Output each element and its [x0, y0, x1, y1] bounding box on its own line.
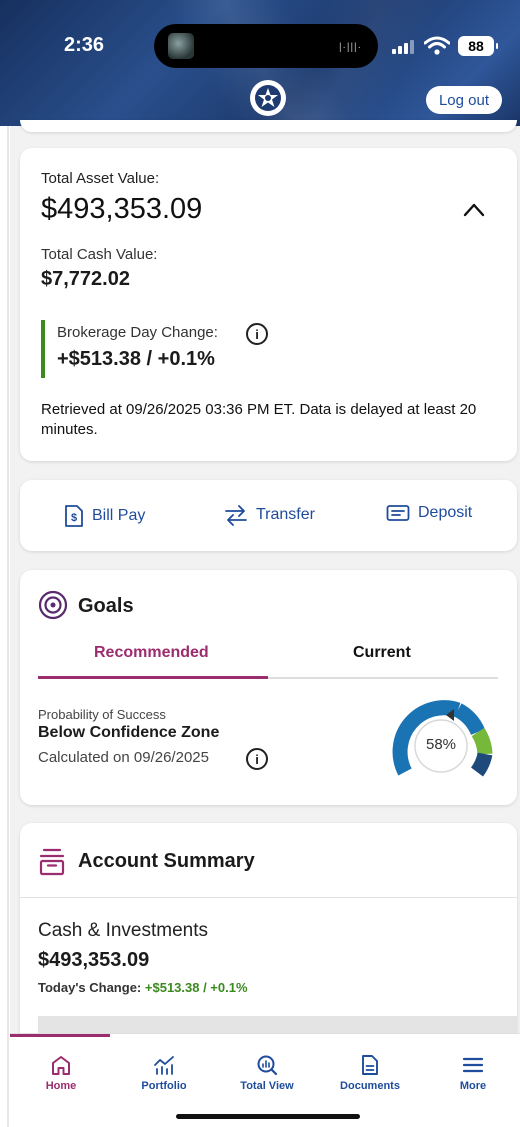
total-view-icon: [257, 1055, 278, 1076]
active-tab-indicator: [38, 676, 268, 679]
nav-home-label: Home: [45, 1080, 77, 1092]
battery-icon: 88: [458, 36, 498, 56]
goals-title: Goals: [78, 595, 134, 617]
calculated-date: Calculated on 09/26/2025: [38, 749, 209, 766]
active-nav-indicator: [10, 1034, 110, 1037]
tab-current[interactable]: Current: [353, 644, 411, 662]
retrieved-note: Retrieved at 09/26/2025 03:36 PM ET. Dat…: [41, 401, 477, 438]
target-icon: [38, 590, 68, 620]
total-asset-value: $493,353.09: [41, 193, 203, 225]
tab-recommended[interactable]: Recommended: [94, 644, 209, 662]
previous-card-edge: [20, 120, 517, 132]
status-time: 2:36: [64, 34, 105, 56]
nav-home[interactable]: Home: [16, 1054, 106, 1092]
portfolio-icon: [154, 1056, 174, 1075]
account-summary-icon: [39, 848, 65, 876]
transfer-icon: [225, 505, 247, 526]
divider: [20, 897, 517, 898]
home-indicator: [176, 1114, 360, 1119]
account-summary-card: Account Summary Cash & Investments $493,…: [20, 823, 517, 1053]
star-logo-icon: [250, 80, 286, 116]
day-change-value: +$513.38 / +0.1%: [57, 348, 215, 370]
nav-documents[interactable]: Documents: [325, 1054, 415, 1092]
nav-documents-label: Documents: [340, 1080, 400, 1092]
documents-icon: [362, 1055, 378, 1075]
quick-actions-card: $ Bill Pay Transfer Deposit: [20, 480, 517, 551]
nav-total-view[interactable]: Total View: [222, 1054, 312, 1092]
probability-label: Probability of Success: [38, 707, 166, 722]
gauge-value: 58%: [425, 736, 457, 753]
chevron-up-icon[interactable]: [462, 200, 486, 218]
transfer-label: Transfer: [256, 506, 315, 523]
transfer-button[interactable]: Transfer: [224, 504, 315, 526]
deposit-icon: [386, 505, 410, 521]
total-asset-label: Total Asset Value:: [41, 170, 160, 187]
nav-more-label: More: [459, 1080, 487, 1092]
confidence-zone: Below Confidence Zone: [38, 724, 220, 741]
menu-icon: [462, 1057, 484, 1073]
deposit-label: Deposit: [418, 504, 473, 521]
info-icon[interactable]: i: [246, 323, 268, 345]
audio-wave-icon: |·|||·: [338, 42, 362, 53]
gauge-arc-high: [470, 752, 493, 777]
nav-portfolio-label: Portfolio: [141, 1080, 187, 1092]
logout-button[interactable]: Log out: [426, 86, 502, 114]
nav-portfolio[interactable]: Portfolio: [119, 1054, 209, 1092]
deposit-button[interactable]: Deposit: [386, 504, 472, 522]
bill-pay-button[interactable]: $ Bill Pay: [64, 504, 145, 528]
bill-pay-label: Bill Pay: [92, 507, 146, 524]
bill-pay-icon: $: [65, 505, 83, 527]
cash-investments-value: $493,353.09: [38, 949, 150, 971]
wifi-icon: [424, 36, 450, 55]
nav-more[interactable]: More: [428, 1054, 518, 1092]
todays-change-label: Today's Change:: [38, 980, 142, 995]
day-change-label: Brokerage Day Change:: [57, 324, 218, 341]
goals-card: Goals Recommended Current Probability of…: [20, 570, 517, 805]
info-icon[interactable]: i: [246, 748, 268, 770]
page-edge: [0, 126, 10, 1127]
todays-change: Today's Change: +$513.38 / +0.1%: [38, 980, 248, 995]
dynamic-island: |·|||·: [154, 24, 378, 68]
nav-total-view-label: Total View: [240, 1080, 294, 1092]
total-cash-value: $7,772.02: [41, 268, 130, 290]
now-playing-thumbnail: [168, 33, 194, 59]
account-summary-title: Account Summary: [78, 850, 255, 872]
bottom-tab-bar: Home Portfolio Total View Documents More: [10, 1033, 520, 1127]
svg-text:$: $: [71, 512, 77, 524]
cellular-signal-icon: [392, 40, 416, 54]
day-change-indicator: [41, 320, 45, 378]
cash-investments-label[interactable]: Cash & Investments: [38, 920, 208, 942]
app-header: 2:36 |·|||· 88 Log out: [0, 0, 520, 126]
asset-summary-card: Total Asset Value: $493,353.09 Total Cas…: [20, 148, 517, 461]
home-icon: [52, 1056, 70, 1075]
total-cash-label: Total Cash Value:: [41, 246, 158, 263]
todays-change-value: +$513.38 / +0.1%: [144, 980, 248, 995]
